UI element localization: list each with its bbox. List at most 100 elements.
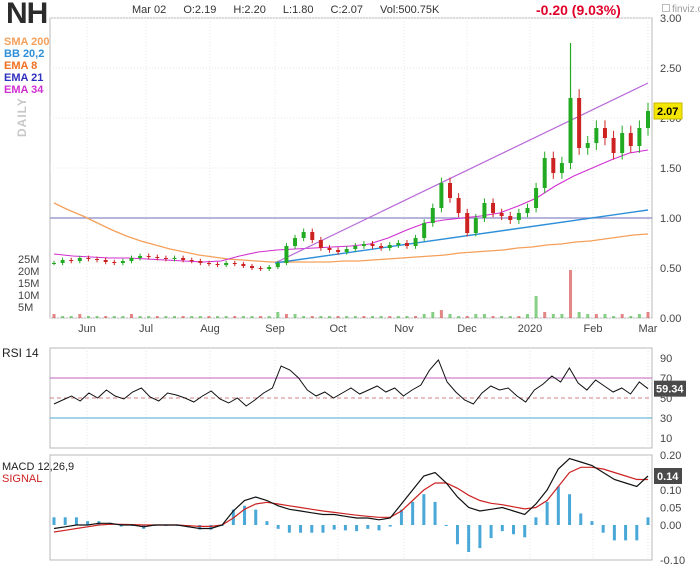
- volume-bar: [637, 314, 641, 318]
- volume-bar: [586, 314, 590, 318]
- volume-bar: [207, 316, 211, 318]
- macd-histogram-bar: [579, 513, 583, 525]
- volume-bar: [216, 316, 220, 318]
- candle-body: [250, 266, 254, 268]
- last-price-tag: 2.07: [657, 106, 678, 118]
- volume-bar: [293, 314, 297, 318]
- price-change: -0.20 (9.03%): [536, 2, 621, 18]
- volume-bar: [61, 316, 65, 318]
- volume-bar: [465, 316, 469, 318]
- volume-bar: [52, 314, 56, 318]
- macd-histogram-bar: [254, 509, 258, 525]
- volume-bar: [259, 316, 263, 318]
- x-tick-label: Aug: [200, 323, 220, 335]
- candle-body: [181, 258, 186, 260]
- macd-histogram-bar: [52, 517, 56, 525]
- candle-body: [284, 246, 289, 263]
- candle-body: [559, 163, 564, 173]
- volume-bar: [353, 316, 357, 318]
- macd-histogram-bar: [299, 525, 303, 533]
- candle-body: [577, 98, 582, 148]
- volume-bar: [319, 316, 323, 318]
- volume-bar: [500, 316, 504, 318]
- candle-body: [163, 258, 168, 259]
- x-tick-label: Sep: [265, 323, 285, 335]
- candle-body: [473, 218, 478, 233]
- legend-ema21: EMA 21: [4, 72, 44, 84]
- volume-tick-label: 15M: [18, 278, 39, 290]
- volume-bar: [276, 312, 280, 318]
- volume-bar: [173, 316, 177, 318]
- volume-bar: [508, 316, 512, 318]
- volume-bar: [474, 314, 478, 318]
- volume-bar: [129, 314, 133, 318]
- volume-bar: [112, 316, 116, 318]
- macd-histogram-bar: [635, 525, 639, 541]
- candle-body: [491, 203, 496, 213]
- volume-bar: [147, 316, 151, 318]
- macd-tick-label: 0.00: [660, 520, 681, 532]
- low-value: L:1.80: [282, 4, 314, 16]
- timeframe-label: DAILY: [15, 97, 29, 137]
- volume-bar: [646, 312, 650, 318]
- candle-body: [189, 260, 194, 261]
- macd-histogram-bar: [590, 521, 594, 525]
- candle-body: [551, 158, 556, 173]
- candle-body: [516, 213, 521, 220]
- volume-bar: [104, 316, 108, 318]
- volume-bar: [448, 314, 452, 318]
- macd-histogram-bar: [377, 525, 381, 531]
- macd-histogram-bar: [467, 525, 471, 552]
- candle-body: [69, 260, 74, 261]
- legend-sma200: SMA 200: [4, 36, 50, 48]
- candle-body: [146, 256, 151, 257]
- chart-stage: Jun Jul Aug Sep Oct Nov Dec 2020 Feb Mar 0.00 0.50 1…: [0, 0, 700, 567]
- volume-bar: [396, 316, 400, 318]
- macd-histogram-bar: [321, 525, 325, 533]
- candle-body: [206, 263, 211, 264]
- macd-histogram-bar: [523, 525, 527, 538]
- macd-value-tag: 0.14: [657, 471, 679, 483]
- legend-ema34: EMA 34: [4, 84, 44, 96]
- candle-body: [275, 263, 280, 267]
- macd-histogram-bar: [74, 517, 78, 525]
- volume-bar: [190, 316, 194, 318]
- candle-body: [241, 264, 246, 266]
- macd-label: MACD 12,26,9: [2, 461, 75, 473]
- macd-histogram-bar: [422, 494, 426, 525]
- candle-body: [534, 188, 539, 208]
- volume-bar: [155, 316, 159, 318]
- volume-bar: [560, 314, 564, 318]
- candle-body: [258, 268, 263, 269]
- volume-bar: [327, 316, 331, 318]
- macd-histogram-bar: [601, 525, 605, 533]
- signal-label: SIGNAL: [2, 473, 43, 485]
- candle-body: [52, 263, 56, 264]
- candle-body: [542, 158, 547, 188]
- volume-bar: [362, 316, 366, 318]
- volume-tick-label: 25M: [18, 254, 39, 266]
- macd-histogram-bar: [612, 525, 616, 541]
- macd-histogram-bar: [489, 525, 493, 539]
- macd-tick-label: 0.05: [660, 503, 681, 515]
- x-tick-label: Oct: [329, 323, 346, 335]
- finviz-logo[interactable]: finviz.com: [662, 4, 700, 15]
- candle-body: [525, 208, 530, 213]
- volume-bar: [250, 316, 254, 318]
- volume-bar: [86, 316, 90, 318]
- volume-bar: [371, 316, 375, 318]
- volume-bar: [95, 316, 99, 318]
- volume-bar: [431, 312, 435, 318]
- volume-bar: [78, 314, 82, 318]
- candle-body: [267, 267, 272, 269]
- volume-bar: [181, 316, 185, 318]
- candle-body: [353, 246, 358, 249]
- volume-bar: [543, 312, 547, 318]
- chart-svg: Jun Jul Aug Sep Oct Nov Dec 2020 Feb Mar0.000.501…: [18, 13, 686, 567]
- macd-histogram-bar: [310, 525, 314, 533]
- volume-bar: [629, 316, 633, 318]
- candle-body: [95, 259, 100, 260]
- candle-body: [77, 258, 82, 261]
- y-tick-label: 1.50: [660, 163, 681, 175]
- volume-bar: [379, 316, 383, 318]
